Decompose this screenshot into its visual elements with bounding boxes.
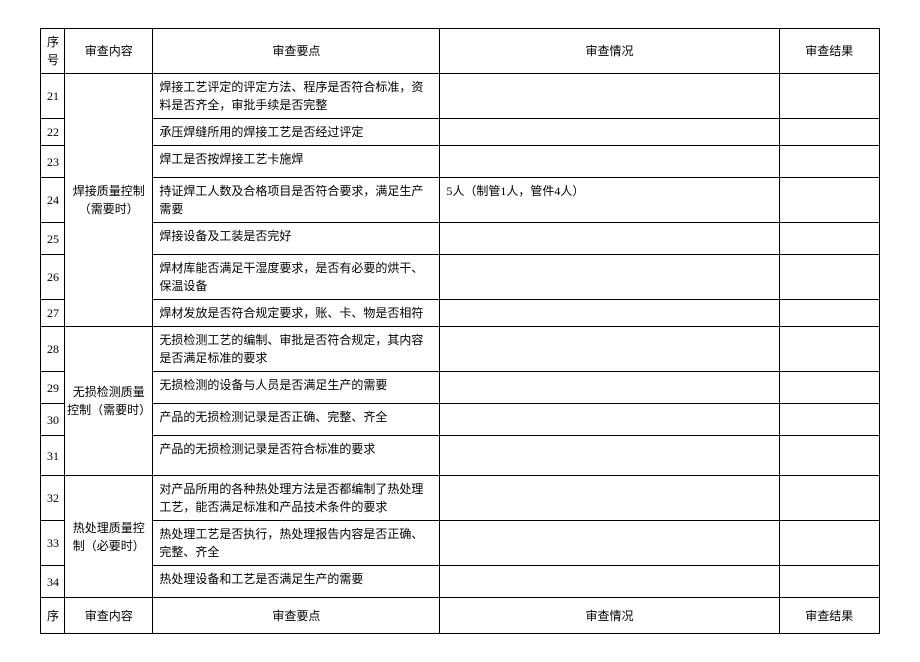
row-res: [779, 436, 879, 476]
row-res: [779, 327, 879, 372]
row-num: 26: [41, 255, 65, 300]
table-row: 31 产品的无损检测记录是否符合标准的要求: [41, 436, 880, 476]
footer-situation: 审查情况: [440, 598, 779, 634]
row-keypt: 产品的无损检测记录是否符合标准的要求: [153, 436, 440, 476]
row-keypt: 持证焊工人数及合格项目是否符合要求，满足生产需要: [153, 178, 440, 223]
header-num: 序号: [41, 29, 65, 74]
row-sit: [440, 327, 779, 372]
row-res: [779, 146, 879, 178]
table-row: 23 焊工是否按焊接工艺卡施焊: [41, 146, 880, 178]
row-keypt: 焊工是否按焊接工艺卡施焊: [153, 146, 440, 178]
footer-result: 审查结果: [779, 598, 879, 634]
header-keypoints: 审查要点: [153, 29, 440, 74]
row-num: 25: [41, 223, 65, 255]
footer-keypoints: 审查要点: [153, 598, 440, 634]
row-num: 33: [41, 521, 65, 566]
row-category: 无损检测质量控制（需要时）: [65, 327, 153, 476]
header-row: 序号 审查内容 审查要点 审查情况 审查结果: [41, 29, 880, 74]
row-keypt: 产品的无损检测记录是否正确、完整、齐全: [153, 404, 440, 436]
row-res: [779, 74, 879, 119]
row-keypt: 无损检测的设备与人员是否满足生产的需要: [153, 372, 440, 404]
row-sit: [440, 521, 779, 566]
table-row: 22 承压焊缝所用的焊接工艺是否经过评定: [41, 119, 880, 146]
row-keypt: 对产品所用的各种热处理方法是否都编制了热处理工艺，能否满足标准和产品技术条件的要…: [153, 476, 440, 521]
row-keypt: 焊材发放是否符合规定要求，账、卡、物是否相符: [153, 300, 440, 327]
table-row: 26 焊材库能否满足干湿度要求，是否有必要的烘干、保温设备: [41, 255, 880, 300]
row-sit: [440, 372, 779, 404]
row-keypt: 热处理工艺是否执行，热处理报告内容是否正确、完整、齐全: [153, 521, 440, 566]
row-num: 24: [41, 178, 65, 223]
row-keypt: 无损检测工艺的编制、审批是否符合规定，其内容是否满足标准的要求: [153, 327, 440, 372]
footer-content: 审查内容: [65, 598, 153, 634]
row-keypt: 承压焊缝所用的焊接工艺是否经过评定: [153, 119, 440, 146]
header-situation: 审查情况: [440, 29, 779, 74]
table-row: 34 热处理设备和工艺是否满足生产的需要: [41, 566, 880, 598]
row-keypt: 焊接设备及工装是否完好: [153, 223, 440, 255]
row-res: [779, 372, 879, 404]
table-row: 32 热处理质量控制（必要时） 对产品所用的各种热处理方法是否都编制了热处理工艺…: [41, 476, 880, 521]
row-num: 32: [41, 476, 65, 521]
inspection-table: 序号 审查内容 审查要点 审查情况 审查结果 21 焊接质量控制（需要时） 焊接…: [40, 28, 880, 634]
row-sit: [440, 74, 779, 119]
row-res: [779, 119, 879, 146]
row-num: 31: [41, 436, 65, 476]
row-num: 27: [41, 300, 65, 327]
table-row: 24 持证焊工人数及合格项目是否符合要求，满足生产需要 5人（制管1人，管件4人…: [41, 178, 880, 223]
row-keypt: 热处理设备和工艺是否满足生产的需要: [153, 566, 440, 598]
table-row: 30 产品的无损检测记录是否正确、完整、齐全: [41, 404, 880, 436]
table-row: 25 焊接设备及工装是否完好: [41, 223, 880, 255]
table-row: 28 无损检测质量控制（需要时） 无损检测工艺的编制、审批是否符合规定，其内容是…: [41, 327, 880, 372]
row-sit: [440, 223, 779, 255]
row-num: 30: [41, 404, 65, 436]
row-sit: [440, 436, 779, 476]
row-sit: [440, 300, 779, 327]
row-sit: [440, 476, 779, 521]
row-num: 23: [41, 146, 65, 178]
row-sit: [440, 404, 779, 436]
row-sit: [440, 146, 779, 178]
row-sit: [440, 255, 779, 300]
table-row: 29 无损检测的设备与人员是否满足生产的需要: [41, 372, 880, 404]
header-content: 审查内容: [65, 29, 153, 74]
table-row: 27 焊材发放是否符合规定要求，账、卡、物是否相符: [41, 300, 880, 327]
row-res: [779, 255, 879, 300]
row-res: [779, 476, 879, 521]
row-res: [779, 566, 879, 598]
row-res: [779, 300, 879, 327]
row-res: [779, 178, 879, 223]
row-num: 22: [41, 119, 65, 146]
row-category: 热处理质量控制（必要时）: [65, 476, 153, 598]
header-result: 审查结果: [779, 29, 879, 74]
footer-row: 序 审查内容 审查要点 审查情况 审查结果: [41, 598, 880, 634]
row-res: [779, 223, 879, 255]
row-num: 34: [41, 566, 65, 598]
table-row: 33 热处理工艺是否执行，热处理报告内容是否正确、完整、齐全: [41, 521, 880, 566]
row-sit: [440, 119, 779, 146]
row-sit: [440, 566, 779, 598]
row-num: 29: [41, 372, 65, 404]
row-sit: 5人（制管1人，管件4人）: [440, 178, 779, 223]
row-num: 21: [41, 74, 65, 119]
row-res: [779, 521, 879, 566]
row-keypt: 焊接工艺评定的评定方法、程序是否符合标准，资料是否齐全，审批手续是否完整: [153, 74, 440, 119]
row-res: [779, 404, 879, 436]
table-row: 21 焊接质量控制（需要时） 焊接工艺评定的评定方法、程序是否符合标准，资料是否…: [41, 74, 880, 119]
row-num: 28: [41, 327, 65, 372]
footer-num: 序: [41, 598, 65, 634]
row-keypt: 焊材库能否满足干湿度要求，是否有必要的烘干、保温设备: [153, 255, 440, 300]
row-category: 焊接质量控制（需要时）: [65, 74, 153, 327]
